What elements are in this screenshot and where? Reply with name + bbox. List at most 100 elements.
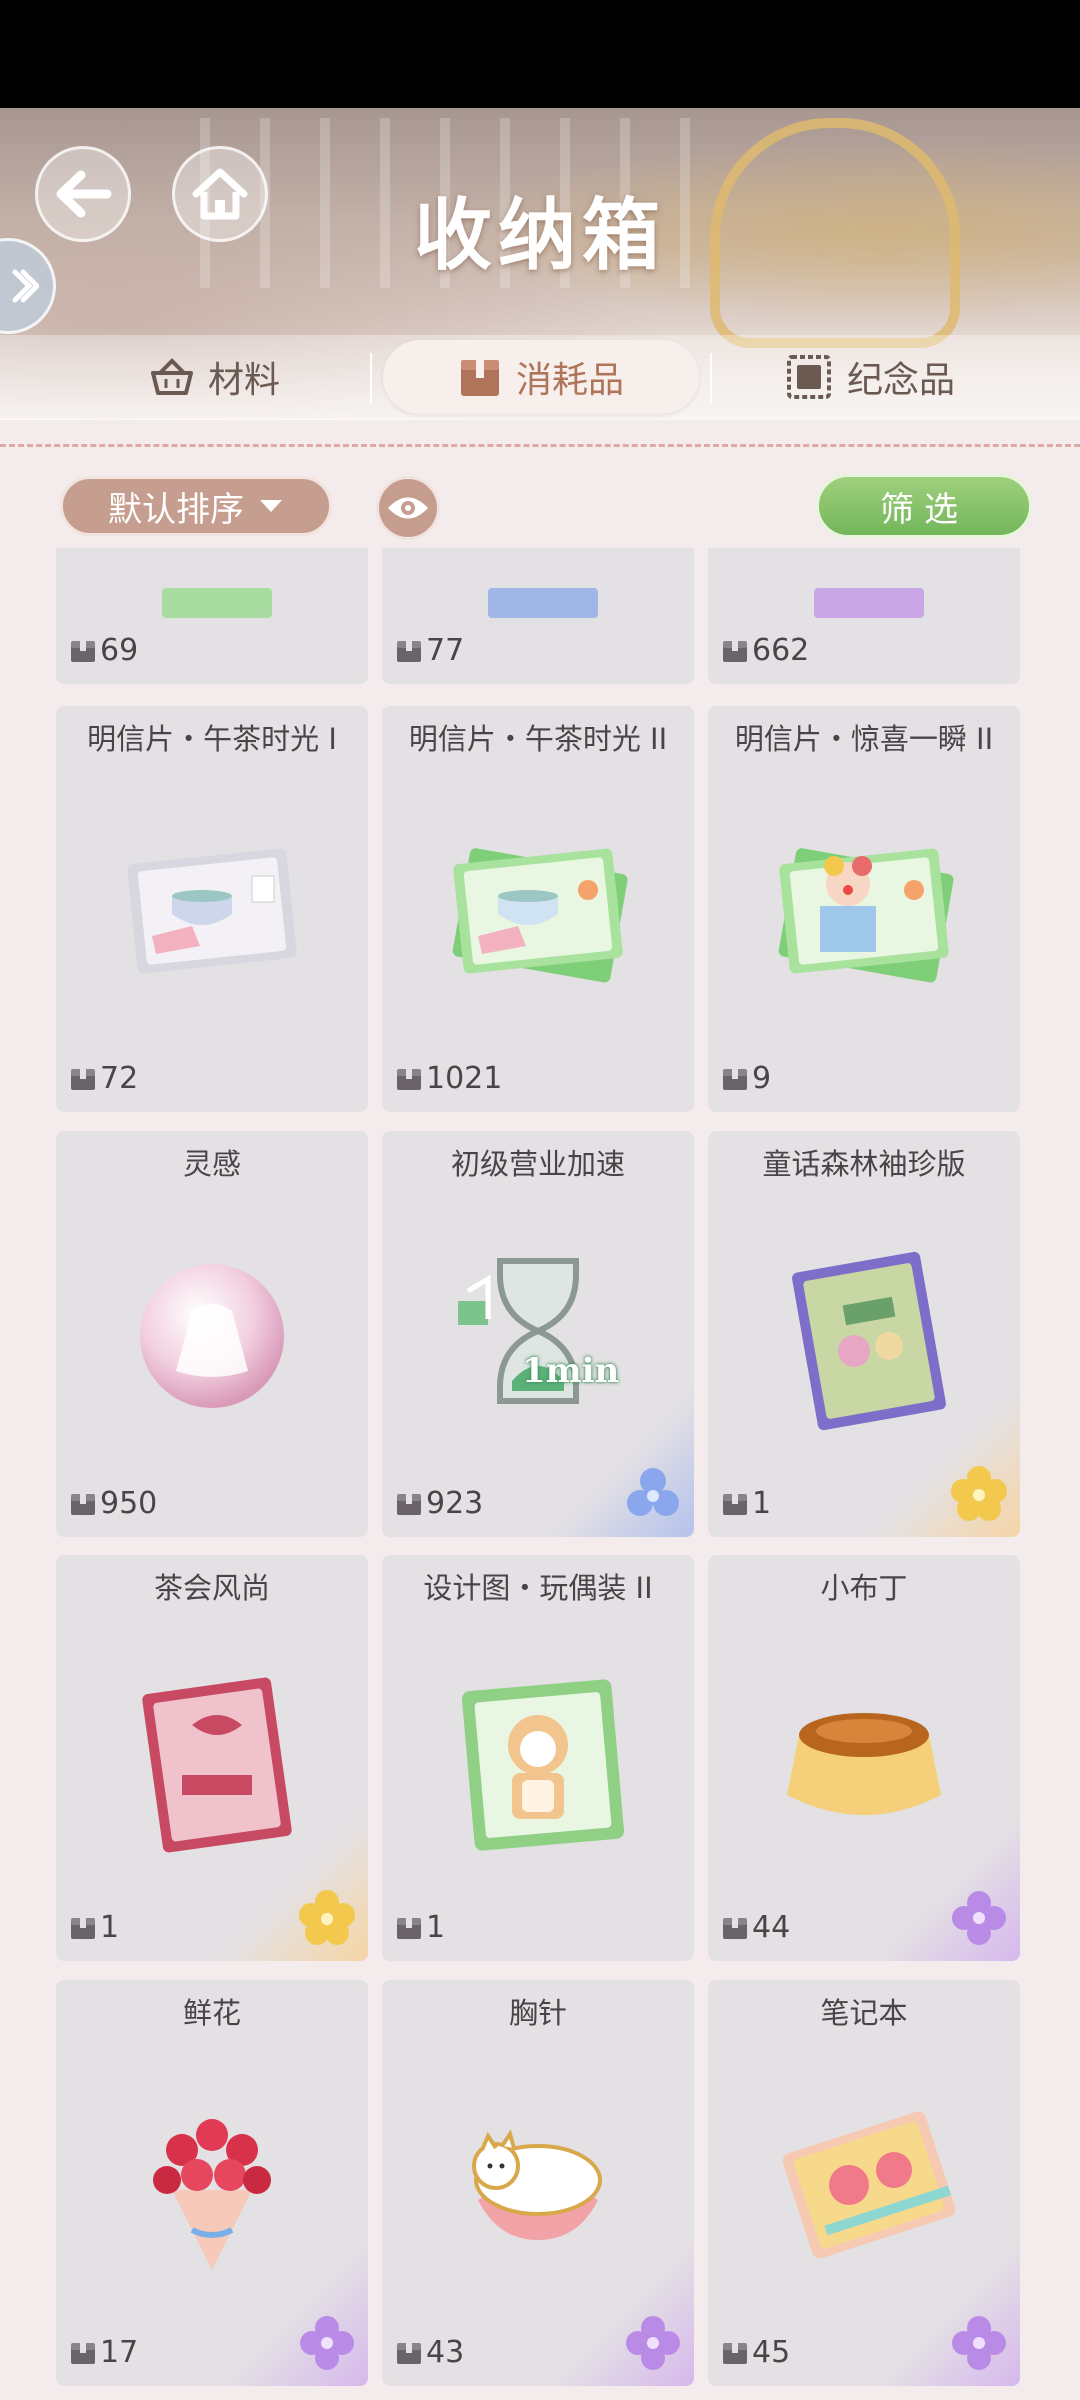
inspiration-orb-icon xyxy=(140,1264,284,1408)
item-count: 77 xyxy=(396,633,464,668)
stamp-icon xyxy=(786,355,831,399)
box-icon xyxy=(460,360,499,396)
item-count: 9 xyxy=(722,1061,771,1096)
item-card[interactable]: 662 xyxy=(708,548,1020,684)
item-grid-viewport[interactable]: 69 77 662 明信片・午茶时光 I 72 明信片・午茶时光 II 1021… xyxy=(0,548,1080,2400)
item-count-value: 662 xyxy=(752,633,810,668)
box-icon xyxy=(71,1068,95,1090)
item-card[interactable]: 设计图・玩偶装 II 1 xyxy=(382,1555,694,1961)
item-card[interactable]: 77 xyxy=(382,548,694,684)
filter-button[interactable]: 筛选 xyxy=(816,474,1032,538)
flower-bouquet-icon xyxy=(153,2119,271,2270)
box-icon xyxy=(397,1068,421,1090)
box-icon xyxy=(71,2342,95,2364)
item-count-value: 950 xyxy=(100,1486,158,1521)
speedup-duration: 1min xyxy=(522,1351,620,1391)
box-icon xyxy=(723,1493,747,1515)
item-card[interactable]: 茶会风尚 1 xyxy=(56,1555,368,1961)
magazine-icon xyxy=(142,1677,292,1853)
item-count-value: 69 xyxy=(100,633,139,668)
item-name: 明信片・惊喜一瞬 II xyxy=(734,722,994,756)
item-count: 662 xyxy=(722,633,809,668)
item-count-value: 44 xyxy=(752,1910,791,1945)
box-icon xyxy=(723,1068,747,1090)
item-name: 设计图・玩偶装 II xyxy=(423,1571,653,1605)
item-name: 小布丁 xyxy=(820,1571,908,1605)
tab-materials-label: 材料 xyxy=(207,360,280,401)
item-name: 明信片・午茶时光 I xyxy=(87,722,337,756)
item-count-value: 17 xyxy=(100,2335,139,2370)
page-title: 收纳箱 xyxy=(413,190,666,281)
pudding-icon xyxy=(787,1713,941,1815)
item-name: 明信片・午茶时光 II xyxy=(408,722,668,756)
item-card[interactable]: 69 xyxy=(56,548,368,684)
cat-brooch-icon xyxy=(472,2129,602,2240)
item-count: 43 xyxy=(396,2335,464,2370)
item-name: 鲜花 xyxy=(182,1996,241,2030)
blueprint-icon xyxy=(461,1679,625,1851)
box-icon xyxy=(397,2342,421,2364)
item-count-value: 72 xyxy=(100,1061,139,1096)
gold-flower-gem-icon xyxy=(299,1890,355,1945)
purple-flower-gem-icon xyxy=(300,2316,354,2370)
item-card[interactable]: 明信片・午茶时光 I 72 xyxy=(56,706,368,1112)
item-name: 笔记本 xyxy=(820,1996,908,2030)
box-icon xyxy=(71,1493,95,1515)
item-count-value: 77 xyxy=(426,633,465,668)
box-icon xyxy=(723,2342,747,2364)
tab-consumables-label: 消耗品 xyxy=(515,360,624,401)
item-count-value: 1 xyxy=(752,1486,772,1521)
item-count-value: 923 xyxy=(426,1486,484,1521)
purple-flower-gem-icon xyxy=(626,2316,680,2370)
item-count: 69 xyxy=(70,633,138,668)
item-card[interactable]: 明信片・午茶时光 II 1021 xyxy=(382,706,694,1112)
visibility-toggle[interactable] xyxy=(376,476,440,540)
item-count: 923 xyxy=(396,1486,483,1521)
item-count: 1021 xyxy=(396,1061,502,1096)
box-icon xyxy=(723,640,747,662)
item-card[interactable]: 笔记本 45 xyxy=(708,1980,1020,2386)
blue-flower-gem-icon xyxy=(627,1468,679,1516)
item-count: 1 xyxy=(722,1486,771,1521)
item-card[interactable]: 小布丁 44 xyxy=(708,1555,1020,1961)
item-card[interactable]: 灵感 950 xyxy=(56,1131,368,1537)
tab-divider xyxy=(370,353,372,403)
tab-souvenirs[interactable]: 纪念品 xyxy=(720,340,1020,414)
purple-flower-gem-icon xyxy=(952,2316,1006,2370)
tab-divider xyxy=(710,353,712,403)
status-bar xyxy=(0,0,1080,108)
sort-label: 默认排序 xyxy=(108,489,244,530)
box-icon xyxy=(397,640,421,662)
item-count-value: 1021 xyxy=(426,1061,503,1096)
storybook-icon xyxy=(792,1251,946,1431)
box-icon xyxy=(397,1917,421,1939)
item-name: 童话森林袖珍版 xyxy=(762,1147,966,1181)
box-icon xyxy=(723,1917,747,1939)
purple-flower-gem-icon xyxy=(952,1891,1006,1945)
filter-label: 筛选 xyxy=(880,489,968,530)
postcard-icon xyxy=(778,848,954,983)
postcard-icon xyxy=(488,588,598,618)
postcard-icon xyxy=(127,848,297,974)
sort-dropdown[interactable]: 默认排序 xyxy=(60,476,332,536)
hourglass-icon xyxy=(458,1258,579,1404)
tab-consumables[interactable]: 消耗品 xyxy=(383,340,699,414)
eye-icon xyxy=(388,497,428,519)
item-count: 950 xyxy=(70,1486,157,1521)
item-card[interactable]: 鲜花 17 xyxy=(56,1980,368,2386)
tab-materials[interactable]: 材料 xyxy=(70,340,360,414)
category-tabs: 材料 消耗品 纪念品 xyxy=(0,335,1080,420)
item-name: 胸针 xyxy=(508,1996,567,2030)
item-count: 17 xyxy=(70,2335,138,2370)
item-count: 44 xyxy=(722,1910,790,1945)
item-name: 灵感 xyxy=(182,1147,241,1181)
box-icon xyxy=(397,1493,421,1515)
basket-icon xyxy=(150,358,193,395)
item-card[interactable]: 胸针 43 xyxy=(382,1980,694,2386)
item-card[interactable]: 童话森林袖珍版 1 xyxy=(708,1131,1020,1537)
postcard-icon xyxy=(162,588,272,618)
item-card[interactable]: 初级营业加速 1min 923 xyxy=(382,1131,694,1537)
item-count: 45 xyxy=(722,2335,790,2370)
item-card[interactable]: 明信片・惊喜一瞬 II 9 xyxy=(708,706,1020,1112)
item-count-value: 1 xyxy=(100,1910,120,1945)
